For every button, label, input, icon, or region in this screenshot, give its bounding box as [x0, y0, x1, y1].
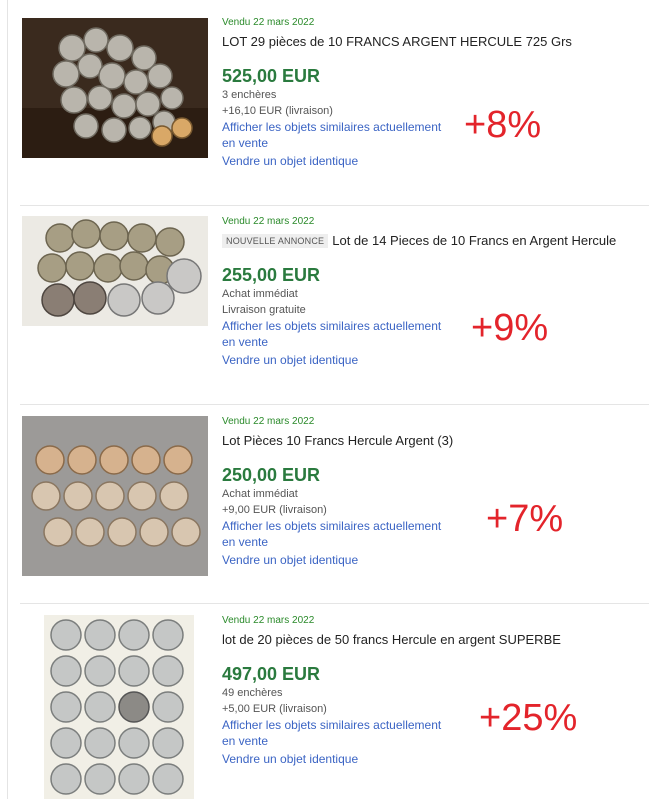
- listing-item: Vendu 22 mars 2022 LOT 29 pièces de 10 F…: [8, 8, 649, 206]
- buy-format: Achat immédiat: [222, 288, 298, 300]
- gain-annotation: +8%: [464, 104, 542, 146]
- gain-annotation: +25%: [479, 697, 578, 739]
- listing-separator: [20, 205, 649, 206]
- buy-format: Achat immédiat: [222, 488, 298, 500]
- listing-title[interactable]: lot de 20 pièces de 50 francs Hercule en…: [222, 632, 561, 647]
- sold-price: 525,00 EUR: [222, 66, 321, 86]
- listing-thumbnail[interactable]: [22, 216, 208, 356]
- gain-annotation: +9%: [471, 307, 549, 349]
- new-listing-badge: NOUVELLE ANNONCE: [222, 234, 329, 248]
- sell-similar-link[interactable]: Vendre un objet identique: [222, 153, 642, 169]
- coins-photo-3: [22, 416, 208, 576]
- listing-item: Vendu 22 mars 2022 lot de 20 pièces de 5…: [8, 605, 649, 799]
- listing-item: Vendu 22 mars 2022 NOUVELLE ANNONCE Lot d…: [8, 207, 649, 405]
- sell-similar-link[interactable]: Vendre un objet identique: [222, 352, 642, 368]
- listing-info: Vendu 22 mars 2022 LOT 29 pièces de 10 F…: [222, 16, 642, 169]
- view-similar-link[interactable]: Afficher les objets similaires actuellem…: [222, 717, 447, 749]
- sold-price: 497,00 EUR: [222, 664, 321, 684]
- shipping-cost: Livraison gratuite: [222, 304, 306, 316]
- sold-date: Vendu 22 mars 2022: [222, 416, 315, 427]
- sold-price: 250,00 EUR: [222, 465, 321, 485]
- listing-info: Vendu 22 mars 2022 NOUVELLE ANNONCE Lot d…: [222, 215, 642, 368]
- view-similar-link[interactable]: Afficher les objets similaires actuellem…: [222, 119, 447, 151]
- listing-info: Vendu 22 mars 2022 Lot Pièces 10 Francs …: [222, 415, 642, 568]
- listing-title[interactable]: LOT 29 pièces de 10 FRANCS ARGENT HERCUL…: [222, 34, 572, 49]
- bid-count: 49 enchères: [222, 687, 283, 699]
- listing-title-link[interactable]: Lot Pièces 10 Francs Hercule Argent (3): [222, 432, 642, 450]
- listing-title[interactable]: Lot de 14 Pieces de 10 Francs en Argent …: [332, 233, 616, 248]
- listing-item: Vendu 22 mars 2022 Lot Pièces 10 Francs …: [8, 406, 649, 604]
- sold-date: Vendu 22 mars 2022: [222, 17, 315, 28]
- shipping-cost: +16,10 EUR (livraison): [222, 105, 333, 117]
- shipping-cost: +9,00 EUR (livraison): [222, 504, 327, 516]
- coins-photo-4: [22, 615, 208, 799]
- listing-title[interactable]: Lot Pièces 10 Francs Hercule Argent (3): [222, 433, 453, 448]
- shipping-cost: +5,00 EUR (livraison): [222, 703, 327, 715]
- listing-separator: [20, 404, 649, 405]
- sold-date: Vendu 22 mars 2022: [222, 216, 315, 227]
- listing-title-link[interactable]: lot de 20 pièces de 50 francs Hercule en…: [222, 631, 642, 649]
- sell-similar-link[interactable]: Vendre un objet identique: [222, 751, 642, 767]
- listing-separator: [20, 603, 649, 604]
- listing-thumbnail[interactable]: [22, 615, 208, 799]
- sold-date: Vendu 22 mars 2022: [222, 615, 315, 626]
- listing-title-link[interactable]: NOUVELLE ANNONCE Lot de 14 Pieces de 10 F…: [222, 232, 642, 250]
- view-similar-link[interactable]: Afficher les objets similaires actuellem…: [222, 518, 447, 550]
- coins-photo-2: [22, 216, 208, 326]
- gain-annotation: +7%: [486, 498, 564, 540]
- listing-thumbnail[interactable]: [22, 18, 208, 158]
- coins-photo-1: [22, 18, 208, 158]
- listing-title-link[interactable]: LOT 29 pièces de 10 FRANCS ARGENT HERCUL…: [222, 33, 642, 51]
- sold-price: 255,00 EUR: [222, 265, 321, 285]
- listing-info: Vendu 22 mars 2022 lot de 20 pièces de 5…: [222, 614, 642, 767]
- listing-thumbnail[interactable]: [22, 416, 208, 576]
- bid-count: 3 enchères: [222, 89, 277, 101]
- sell-similar-link[interactable]: Vendre un objet identique: [222, 552, 642, 568]
- view-similar-link[interactable]: Afficher les objets similaires actuellem…: [222, 318, 447, 350]
